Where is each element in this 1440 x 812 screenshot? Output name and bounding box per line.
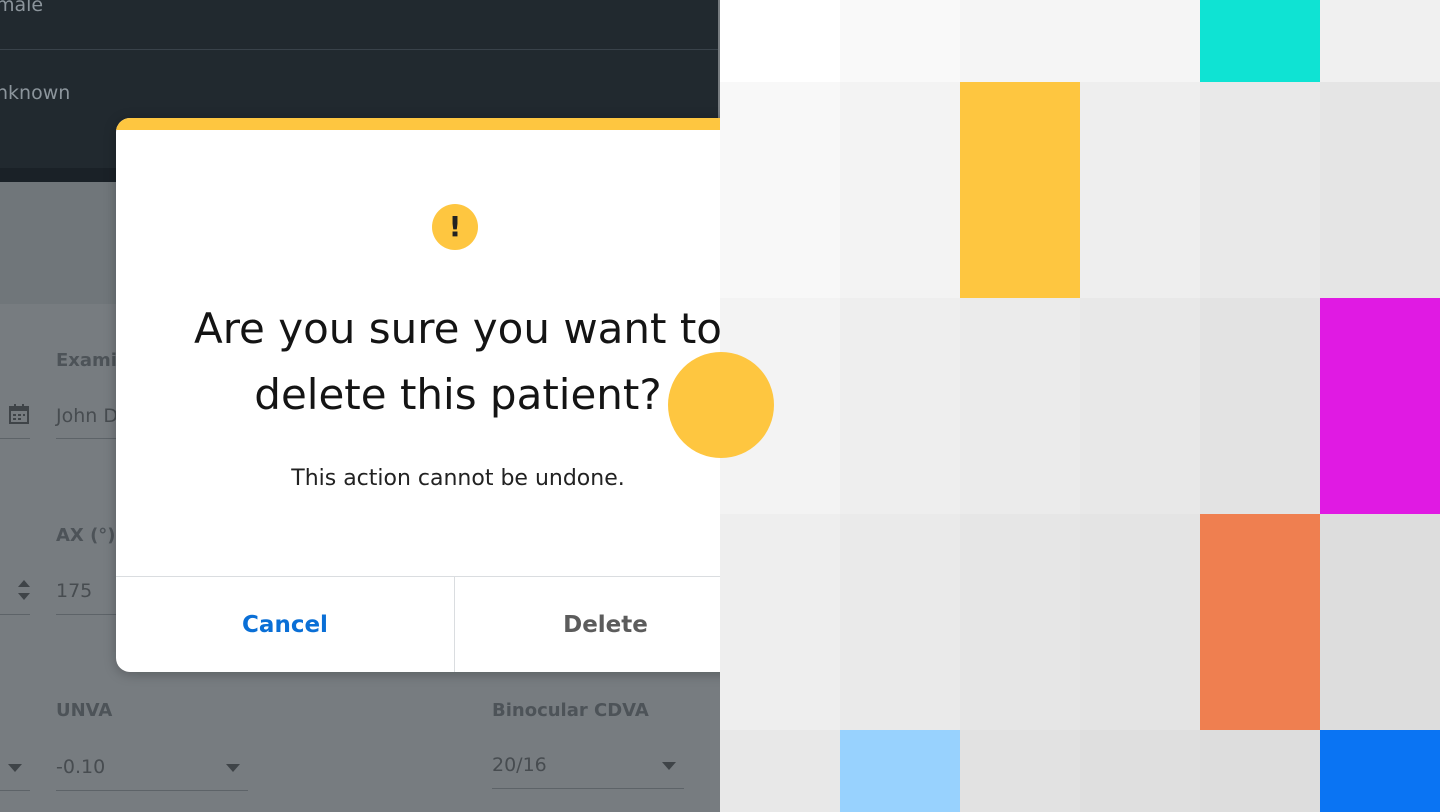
touch-indicator xyxy=(668,352,774,458)
stepper-down-icon[interactable] xyxy=(18,593,30,600)
grid-cell xyxy=(1200,730,1320,812)
chevron-down-icon[interactable] xyxy=(8,764,22,772)
grid-cell xyxy=(1200,82,1320,298)
grid-cell xyxy=(840,514,960,730)
unva-underline xyxy=(56,790,248,791)
divider xyxy=(0,49,718,50)
grid-cell xyxy=(1320,730,1440,812)
dropdown-underline xyxy=(0,790,30,791)
grid-cell xyxy=(1080,514,1200,730)
grid-cell xyxy=(960,730,1080,812)
stepper-icon[interactable] xyxy=(18,580,32,602)
delete-button[interactable]: Delete xyxy=(455,577,720,672)
grid-cell xyxy=(1320,298,1440,514)
dialog-title: Are you sure you want to delete this pat… xyxy=(156,296,720,428)
grid-cell xyxy=(840,0,960,82)
chevron-down-icon[interactable] xyxy=(226,764,240,772)
examiner-underline xyxy=(56,438,120,439)
calendar-icon[interactable] xyxy=(8,403,30,425)
binocular-cdva-label: Binocular CDVA xyxy=(492,700,649,721)
grid-cell xyxy=(840,730,960,812)
grid-cell xyxy=(720,0,840,82)
ax-field[interactable]: 175 xyxy=(56,580,92,602)
grid-cell xyxy=(720,514,840,730)
grid-cell xyxy=(1080,730,1200,812)
ax-underline xyxy=(56,614,120,615)
dialog-title-line-2: delete this patient? xyxy=(254,370,662,419)
pixel-grid-panel xyxy=(720,0,1440,812)
grid-cell xyxy=(960,514,1080,730)
stepper-underline xyxy=(0,614,30,615)
grid-cell xyxy=(1200,0,1320,82)
grid-cell xyxy=(1080,82,1200,298)
grid-cell xyxy=(960,298,1080,514)
grid-cell xyxy=(1320,82,1440,298)
warning-icon: ! xyxy=(432,204,478,250)
grid-cell xyxy=(960,82,1080,298)
dropdown-option-label: male xyxy=(0,0,44,16)
grid-cell xyxy=(1200,298,1320,514)
app-background: male nknown Exami John D AX (°) 175 UNVA… xyxy=(0,0,720,812)
binocular-cdva-select[interactable]: 20/16 xyxy=(492,754,547,776)
delete-confirm-dialog: ! Are you sure you want to delete this p… xyxy=(116,118,720,672)
grid-cell xyxy=(1320,514,1440,730)
binocular-cdva-underline xyxy=(492,788,684,789)
dialog-accent-bar xyxy=(116,118,720,130)
dialog-subtitle: This action cannot be undone. xyxy=(291,466,625,491)
examiner-label: Exami xyxy=(56,350,117,371)
dropdown-option-female[interactable]: male xyxy=(0,0,718,50)
grid-cell xyxy=(840,298,960,514)
grid-cell xyxy=(960,0,1080,82)
unva-select[interactable]: -0.10 xyxy=(56,756,105,778)
stepper-up-icon[interactable] xyxy=(18,580,30,587)
cancel-button[interactable]: Cancel xyxy=(116,577,454,672)
grid-cell xyxy=(720,730,840,812)
dialog-title-line-1: Are you sure you want to xyxy=(193,304,720,353)
dropdown-option-label: nknown xyxy=(0,82,71,104)
ax-label: AX (°) xyxy=(56,525,116,546)
dropdown-option-unknown[interactable]: nknown xyxy=(0,72,718,122)
date-field-underline xyxy=(0,438,30,439)
grid-cell xyxy=(720,82,840,298)
grid-cell xyxy=(840,82,960,298)
grid-cell xyxy=(1080,0,1200,82)
grid-cell xyxy=(1320,0,1440,82)
grid-cell xyxy=(1200,514,1320,730)
examiner-field[interactable]: John D xyxy=(56,405,118,427)
grid-cell xyxy=(1080,298,1200,514)
chevron-down-icon[interactable] xyxy=(662,762,676,770)
unva-label: UNVA xyxy=(56,700,113,721)
